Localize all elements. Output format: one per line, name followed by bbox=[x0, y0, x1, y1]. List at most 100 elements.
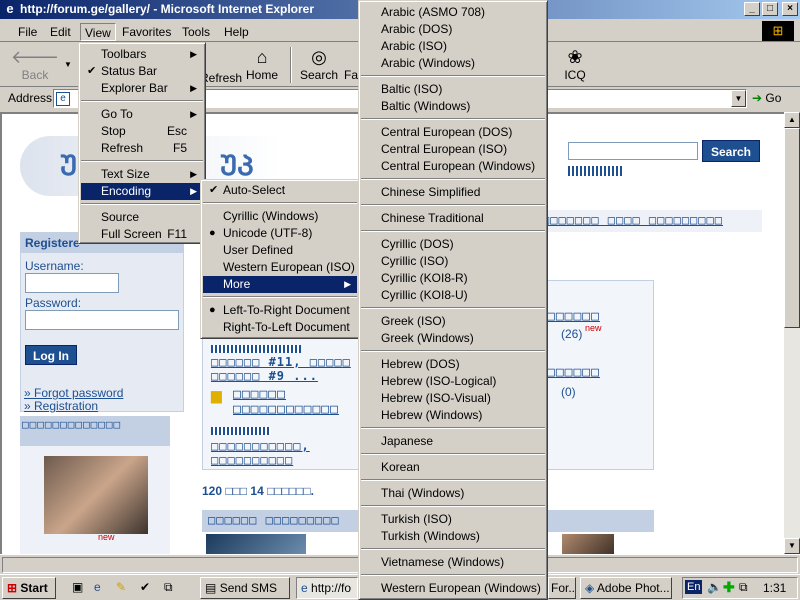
more-encoding-item-baltic-iso[interactable]: Baltic (ISO) bbox=[361, 81, 545, 98]
more-encoding-item-chinese-simplified[interactable]: Chinese Simplified bbox=[361, 184, 545, 201]
search-options-link[interactable] bbox=[568, 166, 624, 176]
encoding-item-left-to-right-document[interactable]: Left-To-Right Document ● bbox=[203, 302, 357, 319]
more-encoding-item-korean[interactable]: Korean bbox=[361, 459, 545, 476]
task-send-sms[interactable]: ▤ Send SMS bbox=[200, 577, 290, 599]
network-icon[interactable]: ⧉ bbox=[739, 580, 748, 595]
encoding-item-right-to-left-document[interactable]: Right-To-Left Document bbox=[203, 319, 357, 336]
show-desktop-icon[interactable]: ▣ bbox=[72, 580, 83, 594]
more-encoding-item-cyrillic-iso[interactable]: Cyrillic (ISO) bbox=[361, 253, 545, 270]
registration-link[interactable]: » Registration bbox=[24, 399, 98, 413]
view-menu-item-stop[interactable]: Stop Esc bbox=[81, 123, 203, 140]
more-encoding-item-central-european-iso[interactable]: Central European (ISO) bbox=[361, 141, 545, 158]
password-input[interactable] bbox=[25, 310, 179, 330]
menu-favorites[interactable]: Favorites bbox=[118, 23, 175, 41]
view-menu-item-status-bar[interactable]: Status Bar ✔ bbox=[81, 63, 203, 80]
more-encoding-item-arabic-windows[interactable]: Arabic (Windows) bbox=[361, 55, 545, 72]
more-encoding-item-western-european-windows[interactable]: Western European (Windows) bbox=[361, 580, 545, 597]
more-encoding-item-cyrillic-koi8-u[interactable]: Cyrillic (KOI8-U) bbox=[361, 287, 545, 304]
username-input[interactable] bbox=[25, 273, 119, 293]
more-encoding-item-thai-windows[interactable]: Thai (Windows) bbox=[361, 485, 545, 502]
more-encoding-item-hebrew-iso-logical[interactable]: Hebrew (ISO-Logical) bbox=[361, 373, 545, 390]
more-encoding-item-central-european-windows[interactable]: Central European (Windows) bbox=[361, 158, 545, 175]
more-encoding-item-vietnamese-windows[interactable]: Vietnamese (Windows) bbox=[361, 554, 545, 571]
bottom-thumbnail-2[interactable] bbox=[562, 534, 614, 554]
more-encoding-item-arabic-dos[interactable]: Arabic (DOS) bbox=[361, 21, 545, 38]
top-nav-links[interactable]: □□□□□□□ □□□□ □□□□□□□□□ bbox=[542, 213, 723, 227]
search-toolbar-button[interactable]: ◎ Search bbox=[298, 46, 340, 84]
go-button[interactable]: ➔ Go bbox=[752, 89, 796, 109]
task-forum[interactable]: For... bbox=[548, 577, 576, 599]
member-photo[interactable] bbox=[44, 456, 148, 534]
start-button[interactable]: ⊞ Start bbox=[2, 577, 56, 599]
more-encoding-item-turkish-windows[interactable]: Turkish (Windows) bbox=[361, 528, 545, 545]
tray-plus-icon[interactable]: ✚ bbox=[723, 579, 735, 596]
right-forum-title-2[interactable]: □□□□□□ bbox=[547, 365, 600, 380]
scroll-up-icon[interactable]: ▲ bbox=[784, 112, 800, 128]
icq-button[interactable]: ❀ ICQ bbox=[560, 46, 590, 84]
encoding-item-more[interactable]: More ▶ bbox=[203, 276, 357, 293]
task-ie-window[interactable]: e http://fo bbox=[296, 577, 358, 599]
more-encoding-item-japanese[interactable]: Japanese bbox=[361, 433, 545, 450]
quicklaunch-icon-3[interactable]: ✎ bbox=[116, 580, 126, 594]
view-menu-item-go-to[interactable]: Go To ▶ bbox=[81, 106, 203, 123]
encoding-item-auto-select[interactable]: Auto-Select ✔ bbox=[203, 182, 357, 199]
scroll-thumb[interactable] bbox=[784, 128, 800, 328]
more-encoding-item-arabic-iso[interactable]: Arabic (ISO) bbox=[361, 38, 545, 55]
forum-folder-title[interactable]: □□□□□□ □□□□□□□□□□□□ bbox=[233, 387, 361, 417]
encoding-item-western-european-iso[interactable]: Western European (ISO) bbox=[203, 259, 357, 276]
more-encoding-item-hebrew-windows[interactable]: Hebrew (Windows) bbox=[361, 407, 545, 424]
view-menu-item-label: Text Size bbox=[101, 167, 150, 181]
forum-topic-2[interactable]: □□□□□□ #9 ... bbox=[211, 369, 318, 383]
forum-folder-sub2[interactable]: □□□□□□□□□□ bbox=[211, 453, 293, 467]
home-button[interactable]: ⌂ Home bbox=[242, 46, 282, 84]
more-encoding-item-baltic-windows[interactable]: Baltic (Windows) bbox=[361, 98, 545, 115]
bottom-thumbnail-1[interactable] bbox=[206, 534, 306, 554]
forgot-password-link[interactable]: » Forgot password bbox=[24, 386, 123, 400]
close-button[interactable]: × bbox=[782, 2, 798, 16]
right-forum-title-1[interactable]: □□□□□□ bbox=[547, 309, 600, 324]
volume-icon[interactable]: 🔈 bbox=[707, 580, 722, 594]
quicklaunch-icon-5[interactable]: ⧉ bbox=[164, 580, 173, 595]
site-search-input[interactable] bbox=[568, 142, 698, 160]
menu-file[interactable]: File bbox=[14, 23, 41, 41]
scroll-down-icon[interactable]: ▼ bbox=[784, 538, 800, 554]
menu-view[interactable]: View bbox=[80, 23, 116, 41]
forum-topic-1[interactable]: □□□□□□ #11, □□□□□ bbox=[211, 355, 351, 369]
more-encoding-item-arabic-asmo-708[interactable]: Arabic (ASMO 708) bbox=[361, 4, 545, 21]
login-button[interactable]: Log In bbox=[25, 345, 77, 365]
view-menu-item-refresh[interactable]: Refresh F5 bbox=[81, 140, 203, 157]
menu-edit[interactable]: Edit bbox=[46, 23, 75, 41]
more-encoding-item-greek-iso[interactable]: Greek (ISO) bbox=[361, 313, 545, 330]
view-menu-item-explorer-bar[interactable]: Explorer Bar ▶ bbox=[81, 80, 203, 97]
encoding-item-unicode-utf-8[interactable]: Unicode (UTF-8) ● bbox=[203, 225, 357, 242]
language-indicator[interactable]: En bbox=[685, 580, 703, 594]
minimize-button[interactable]: _ bbox=[744, 2, 760, 16]
vertical-scrollbar[interactable]: ▲ ▼ bbox=[784, 112, 800, 554]
more-encoding-item-chinese-traditional[interactable]: Chinese Traditional bbox=[361, 210, 545, 227]
menu-help[interactable]: Help bbox=[220, 23, 253, 41]
maximize-button[interactable]: □ bbox=[762, 2, 778, 16]
address-dropdown-icon[interactable]: ▼ bbox=[731, 90, 746, 107]
view-menu-item-source[interactable]: Source bbox=[81, 209, 203, 226]
task-photoshop[interactable]: ◈ Adobe Phot... bbox=[580, 577, 672, 599]
ie-quicklaunch-icon[interactable]: e bbox=[94, 580, 101, 594]
forum-folder-sub1[interactable]: □□□□□□□□□□□, bbox=[211, 439, 310, 453]
back-dropdown-icon[interactable]: ▼ bbox=[62, 46, 74, 84]
more-encoding-item-cyrillic-dos[interactable]: Cyrillic (DOS) bbox=[361, 236, 545, 253]
quicklaunch-icon-4[interactable]: ✔ bbox=[140, 580, 150, 594]
more-encoding-item-hebrew-iso-visual[interactable]: Hebrew (ISO-Visual) bbox=[361, 390, 545, 407]
more-encoding-item-hebrew-dos[interactable]: Hebrew (DOS) bbox=[361, 356, 545, 373]
view-menu-item-toolbars[interactable]: Toolbars ▶ bbox=[81, 46, 203, 63]
more-encoding-item-cyrillic-koi8-r[interactable]: Cyrillic (KOI8-R) bbox=[361, 270, 545, 287]
more-encoding-item-central-european-dos[interactable]: Central European (DOS) bbox=[361, 124, 545, 141]
site-search-button[interactable]: Search bbox=[702, 140, 760, 162]
encoding-item-user-defined[interactable]: User Defined bbox=[203, 242, 357, 259]
back-button[interactable]: 🡐 Back bbox=[8, 46, 62, 84]
view-menu-item-full-screen[interactable]: Full Screen F11 bbox=[81, 226, 203, 243]
view-menu-item-text-size[interactable]: Text Size ▶ bbox=[81, 166, 203, 183]
menu-tools[interactable]: Tools bbox=[178, 23, 214, 41]
more-encoding-item-turkish-iso[interactable]: Turkish (ISO) bbox=[361, 511, 545, 528]
view-menu-item-encoding[interactable]: Encoding ▶ bbox=[81, 183, 203, 200]
more-encoding-item-greek-windows[interactable]: Greek (Windows) bbox=[361, 330, 545, 347]
encoding-item-cyrillic-windows[interactable]: Cyrillic (Windows) bbox=[203, 208, 357, 225]
